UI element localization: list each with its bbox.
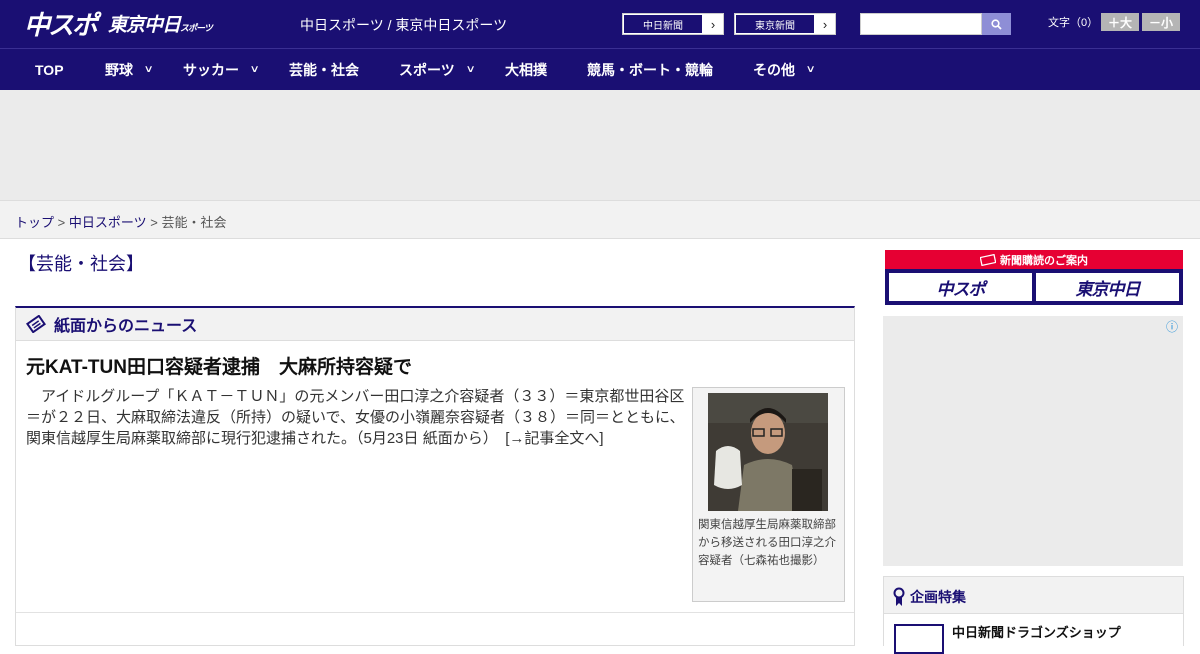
- breadcrumb-bar: トップ > 中日スポーツ > 芸能・社会: [0, 200, 1200, 239]
- news-box: 紙面からのニュース 元KAT-TUN田口容疑者逮捕 大麻所持容疑で アイドルグル…: [15, 306, 855, 646]
- search-input[interactable]: [860, 13, 982, 35]
- nav-item-racing[interactable]: 競馬・ボート・競輪: [587, 49, 713, 90]
- breadcrumb-top[interactable]: トップ: [15, 215, 54, 230]
- nav-item-top[interactable]: TOP: [35, 49, 64, 90]
- page-title: 【芸能・社会】: [18, 254, 144, 274]
- feature-list: 中日新聞ドラゴンズショップ: [884, 613, 1183, 654]
- search-icon: [991, 18, 1002, 30]
- ribbon-icon: [893, 587, 905, 606]
- news-box-title: 紙面からのニュース: [54, 318, 198, 335]
- top-header: 中スポ 東京中日スポーツ 中日スポーツ / 東京中日スポーツ 中日新聞 › 東京…: [0, 0, 1200, 48]
- chevron-right-icon: ›: [703, 14, 723, 34]
- feature-item[interactable]: 中日新聞ドラゴンズショップ: [952, 622, 1121, 641]
- feature-heading: 企画特集: [892, 587, 966, 607]
- breadcrumb-separator: >: [57, 215, 66, 230]
- feature-thumbnail[interactable]: [894, 624, 944, 654]
- chevron-down-icon: ∨: [805, 64, 816, 75]
- chevron-down-icon: ∨: [249, 64, 260, 75]
- newspaper-icon: [26, 315, 46, 333]
- feature-section: 企画特集 中日新聞ドラゴンズショップ: [883, 576, 1184, 654]
- article-title[interactable]: 元KAT-TUN田口容疑者逮捕 大麻所持容疑で: [26, 352, 412, 379]
- breadcrumb-current: 芸能・社会: [161, 215, 227, 230]
- subscription-label: 新聞購読のご案内: [885, 250, 1183, 269]
- logo-tokyo-chunichi[interactable]: 東京中日スポーツ: [108, 10, 213, 37]
- divider: [16, 612, 854, 613]
- breadcrumb-chunichi-sports[interactable]: 中日スポーツ: [69, 215, 147, 230]
- logo-chuspo[interactable]: 中スポ: [24, 5, 98, 42]
- chunichi-shimbun-link[interactable]: 中日新聞 ›: [622, 13, 724, 35]
- search-form: [860, 13, 1011, 35]
- article-summary[interactable]: アイドルグループ「ＫＡＴ－ＴＵＮ」の元メンバー田口淳之介容疑者（３３）＝東京都世…: [26, 386, 686, 449]
- font-size-label: 文字（0）: [1048, 17, 1099, 29]
- nav-item-entertainment[interactable]: 芸能・社会: [289, 49, 359, 90]
- chevron-down-icon: ∨: [465, 64, 476, 75]
- nav-item-soccer[interactable]: サッカー ∨: [183, 49, 260, 90]
- photo-caption: 関東信越厚生局麻薬取締部から移送される田口淳之介容疑者（七森祐也撮影）: [698, 519, 836, 567]
- breadcrumb-separator: >: [150, 215, 158, 230]
- breadcrumb: トップ > 中日スポーツ > 芸能・社会: [15, 212, 226, 231]
- subscribe-tokyo-chunichi-link[interactable]: 東京中日: [1036, 273, 1179, 301]
- sidebar-ad[interactable]: ⓘ: [883, 316, 1183, 566]
- chevron-down-icon: ∨: [143, 64, 154, 75]
- chevron-right-icon: ›: [815, 14, 835, 34]
- nav-item-other[interactable]: その他 ∨: [753, 49, 816, 90]
- ad-info-icon[interactable]: ⓘ: [1166, 318, 1178, 335]
- article-photo-box: 関東信越厚生局麻薬取締部から移送される田口淳之介容疑者（七森祐也撮影）: [692, 387, 845, 602]
- nav-item-sports[interactable]: スポーツ ∨: [399, 49, 476, 90]
- site-name: 中日スポーツ / 東京中日スポーツ: [300, 17, 508, 33]
- ticket-icon: [980, 253, 996, 266]
- nav-item-baseball[interactable]: 野球 ∨: [105, 49, 154, 90]
- search-button[interactable]: [982, 13, 1011, 35]
- top-ad-area: [0, 90, 1200, 200]
- tokyo-shimbun-link[interactable]: 東京新聞 ›: [734, 13, 836, 35]
- tokyo-shimbun-label: 東京新聞: [735, 14, 815, 34]
- nav-item-sumo[interactable]: 大相撲: [505, 49, 547, 90]
- article-photo[interactable]: [708, 393, 828, 511]
- font-smaller-button[interactable]: －小: [1142, 13, 1180, 31]
- site-logo[interactable]: 中スポ 東京中日スポーツ: [24, 8, 213, 41]
- news-box-header: 紙面からのニュース: [16, 308, 854, 341]
- subscription-banner[interactable]: 新聞購読のご案内 中スポ 東京中日: [885, 250, 1183, 305]
- subscribe-chuspo-link[interactable]: 中スポ: [889, 273, 1032, 301]
- font-larger-button[interactable]: ＋大: [1101, 13, 1139, 31]
- chunichi-shimbun-label: 中日新聞: [623, 14, 703, 34]
- main-nav: TOP 野球 ∨ サッカー ∨ 芸能・社会 スポーツ ∨ 大相撲 競馬・ボート・競輪 …: [0, 48, 1200, 90]
